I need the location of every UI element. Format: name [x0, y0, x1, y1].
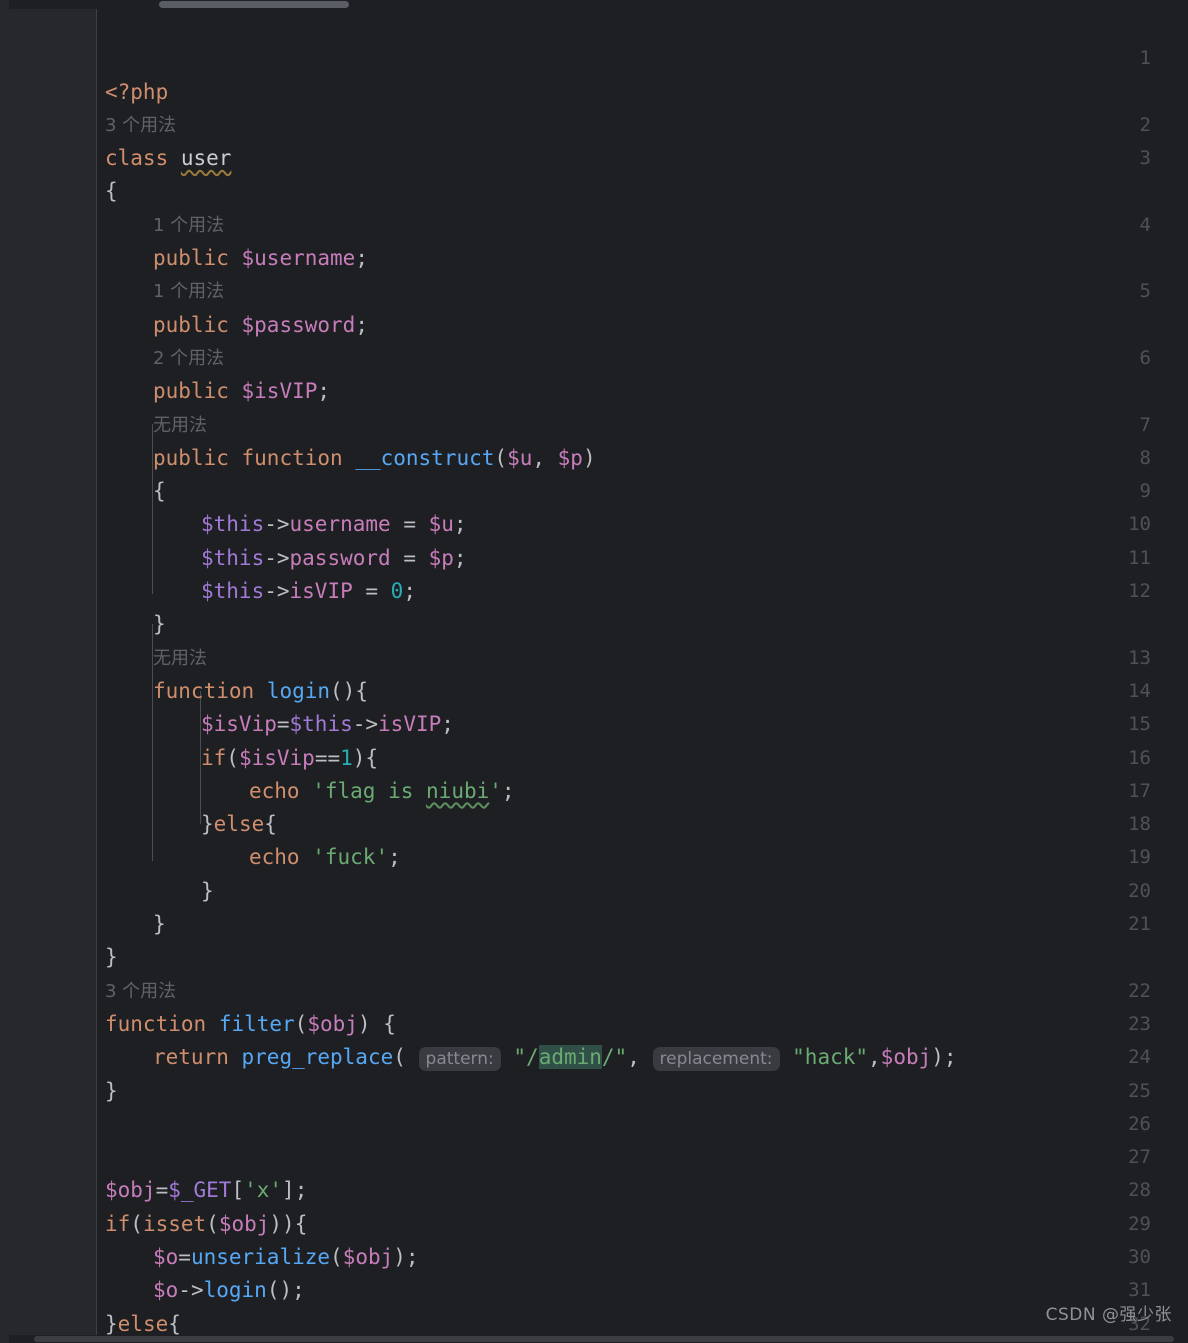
code-line[interactable]: 6 public $isVIP; [97, 309, 1188, 403]
inlay-hint-row[interactable]: 无用法 [97, 575, 1188, 669]
code-line[interactable]: 28 if(isset($obj)){ [97, 1141, 1188, 1235]
inlay-hint-row[interactable]: 3 个用法 [97, 908, 1188, 1002]
code-line[interactable]: 9 $this->username = $u; [97, 442, 1188, 536]
code-line[interactable]: 27 $obj=$_GET['x']; [97, 1108, 1188, 1202]
code-content-area[interactable]: 1 <?php 3 个用法 2 class user 3 { 1 个用法 4 p… [97, 9, 1188, 1335]
code-line[interactable]: 14 $isVip=$this->isVIP; [97, 642, 1188, 736]
scrollbar-thumb[interactable] [159, 1, 349, 8]
code-line[interactable]: 11 $this->isVIP = 0; [97, 508, 1188, 603]
code-line[interactable]: 29 $o=unserialize($obj); [97, 1174, 1188, 1269]
code-line[interactable]: 25 [97, 1041, 1188, 1102]
code-line[interactable]: 31 }else{ [97, 1241, 1188, 1335]
horizontal-scrollbar-bottom[interactable] [9, 1335, 1188, 1343]
csdn-watermark: CSDN @强少张 [1045, 1305, 1172, 1325]
php-code-editor[interactable]: 1 <?php 3 个用法 2 class user 3 { 1 个用法 4 p… [0, 0, 1188, 1343]
inlay-hint-row[interactable]: 2 个用法 [97, 275, 1188, 369]
code-line[interactable]: 30 $o->login(); [97, 1208, 1188, 1302]
editor-left-strip [0, 0, 9, 1343]
code-line[interactable]: 5 public $password; [97, 242, 1188, 336]
code-line[interactable]: 10 $this->password = $p; [97, 475, 1188, 569]
code-line[interactable]: 22 function filter($obj) { [97, 941, 1188, 1036]
code-line[interactable]: 7 public function __construct($u, $p) [97, 375, 1188, 470]
code-line[interactable]: 8 { [97, 409, 1188, 503]
code-line[interactable]: 23 return preg_replace( pattern: "/admin… [97, 975, 1188, 1072]
code-line[interactable]: 15 if($isVip==1){ [97, 675, 1188, 769]
code-line[interactable]: 3 { [97, 109, 1188, 203]
code-line[interactable]: 17 }else{ [97, 742, 1188, 836]
code-line[interactable]: 32 echo 'fuck'; [97, 1274, 1188, 1335]
inlay-hint-row[interactable]: 无用法 [97, 342, 1188, 436]
code-line[interactable]: 4 public $username; [97, 175, 1188, 270]
code-line[interactable]: 12 } [97, 542, 1188, 636]
code-line[interactable]: 20 } [97, 841, 1188, 936]
line-number-gutter[interactable] [9, 9, 97, 1335]
code-line[interactable]: 16 echo 'flag is niubi'; [97, 708, 1188, 803]
inlay-hint-row[interactable]: 1 个用法 [97, 142, 1188, 236]
scrollbar-thumb[interactable] [34, 1336, 1174, 1342]
inlay-hint-row[interactable]: 1 个用法 [97, 209, 1188, 302]
inlay-hint-row[interactable]: 3 个用法 [97, 42, 1188, 136]
code-line[interactable]: 21 } [97, 875, 1188, 969]
code-line[interactable]: 24 } [97, 1008, 1188, 1102]
code-line[interactable]: 1 <?php [97, 9, 1188, 103]
code-line[interactable]: 33 } [97, 1308, 1188, 1335]
code-line[interactable]: 13 function login(){ [97, 608, 1188, 703]
code-line[interactable]: 26 [97, 1075, 1188, 1135]
code-line[interactable]: 2 class user [97, 76, 1188, 170]
code-line[interactable]: 19 } [97, 808, 1188, 902]
horizontal-scrollbar-top[interactable] [9, 0, 1188, 9]
code-line[interactable]: 18 echo 'fuck'; [97, 775, 1188, 869]
